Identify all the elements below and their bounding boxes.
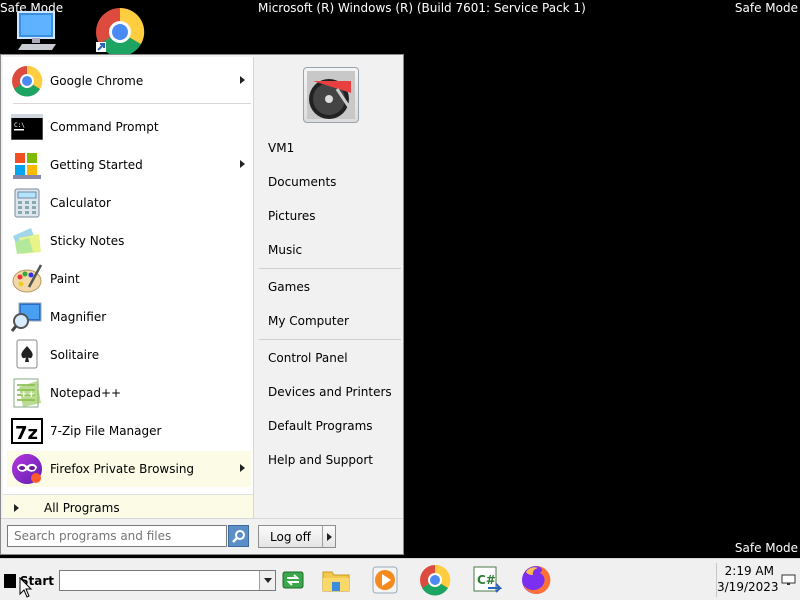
program-label: Paint bbox=[50, 272, 80, 286]
program-sticky-notes[interactable]: Sticky Notes bbox=[7, 223, 251, 259]
svg-text:++: ++ bbox=[20, 390, 35, 400]
program-command-prompt[interactable]: C:\ Command Prompt bbox=[7, 109, 251, 145]
file-explorer-icon[interactable] bbox=[320, 564, 352, 596]
log-off-label: Log off bbox=[270, 529, 311, 544]
program-google-chrome[interactable]: Google Chrome bbox=[7, 63, 251, 99]
separator bbox=[13, 103, 251, 104]
chrome-icon bbox=[11, 65, 43, 97]
shutdown-options-arrow-icon[interactable] bbox=[327, 532, 332, 541]
media-player-icon[interactable] bbox=[369, 564, 401, 596]
program-paint[interactable]: Paint bbox=[7, 261, 251, 297]
places-pictures[interactable]: Pictures bbox=[260, 204, 400, 228]
7zip-icon: 7z bbox=[11, 415, 43, 447]
all-programs-arrow-icon bbox=[14, 503, 19, 512]
address-dropdown-button[interactable] bbox=[259, 571, 275, 590]
program-label: Getting Started bbox=[50, 158, 143, 172]
svg-text:C:\: C:\ bbox=[14, 122, 25, 129]
start-menu-places-pane: VM1 Documents Pictures Music Games My Co… bbox=[255, 57, 403, 518]
firefox-private-icon bbox=[11, 453, 43, 485]
notepad-plus-plus-icon: ++ bbox=[11, 377, 43, 409]
program-label: Calculator bbox=[50, 196, 111, 210]
start-logo-icon bbox=[4, 574, 16, 588]
places-vm1[interactable]: VM1 bbox=[260, 136, 400, 160]
separator bbox=[259, 268, 401, 269]
program-label: Command Prompt bbox=[50, 120, 159, 134]
getting-started-icon bbox=[11, 149, 43, 181]
user-picture[interactable] bbox=[303, 67, 359, 123]
program-label: Solitaire bbox=[50, 348, 100, 362]
sticky-notes-icon bbox=[11, 225, 43, 257]
clock-time: 2:19 AM bbox=[724, 564, 774, 578]
program-label: Firefox Private Browsing bbox=[50, 462, 195, 476]
places-default-programs[interactable]: Default Programs bbox=[260, 414, 400, 438]
submenu-arrow-icon bbox=[240, 76, 245, 84]
start-menu-bottom-bar: Log off bbox=[1, 518, 403, 554]
go-arrows-icon bbox=[282, 571, 304, 589]
solitaire-icon bbox=[11, 339, 43, 371]
program-getting-started[interactable]: Getting Started bbox=[7, 147, 251, 183]
mouse-cursor-icon bbox=[19, 577, 33, 598]
program-label: 7-Zip File Manager bbox=[50, 424, 162, 438]
firefox-icon[interactable] bbox=[520, 564, 552, 596]
program-label: Magnifier bbox=[50, 310, 107, 324]
divider bbox=[322, 526, 323, 547]
system-build-title: Microsoft (R) Windows (R) (Build 7601: S… bbox=[258, 1, 586, 15]
address-go-button[interactable] bbox=[282, 569, 304, 591]
display-tray-icon[interactable] bbox=[781, 574, 796, 586]
start-menu-programs-pane: Google Chrome C:\ Command Prompt Getting… bbox=[3, 57, 254, 520]
program-solitaire[interactable]: Solitaire bbox=[7, 337, 251, 373]
places-documents[interactable]: Documents bbox=[260, 170, 400, 194]
svg-text:7z: 7z bbox=[15, 423, 38, 444]
program-label: Notepad++ bbox=[50, 386, 122, 400]
svg-text:C#: C# bbox=[477, 573, 496, 587]
chevron-down-icon bbox=[263, 578, 272, 583]
all-programs-label: All Programs bbox=[44, 500, 120, 515]
places-my-computer[interactable]: My Computer bbox=[260, 309, 400, 333]
places-games[interactable]: Games bbox=[260, 275, 400, 299]
places-control-panel[interactable]: Control Panel bbox=[260, 346, 400, 370]
chrome-icon[interactable] bbox=[419, 564, 451, 596]
search-icon bbox=[231, 530, 245, 543]
safe-mode-label-bottom-right: Safe Mode bbox=[734, 541, 798, 555]
all-programs-button[interactable]: All Programs bbox=[3, 494, 253, 520]
google-chrome-icon[interactable] bbox=[94, 6, 150, 57]
command-prompt-icon: C:\ bbox=[11, 111, 43, 143]
program-calculator[interactable]: Calculator bbox=[7, 185, 251, 221]
program-label: Google Chrome bbox=[50, 74, 144, 88]
paint-icon bbox=[11, 263, 43, 295]
program-label: Sticky Notes bbox=[50, 234, 125, 248]
safe-mode-label-top-right: Safe Mode bbox=[734, 1, 798, 15]
places-devices-and-printers[interactable]: Devices and Printers bbox=[260, 380, 400, 404]
system-clock[interactable]: 2:19 AM 3/19/2023 bbox=[716, 563, 782, 597]
program-magnifier[interactable]: Magnifier bbox=[7, 299, 251, 335]
clock-date: 3/19/2023 bbox=[717, 580, 779, 594]
program-firefox-private-browsing[interactable]: Firefox Private Browsing bbox=[7, 451, 251, 487]
csharp-project-icon[interactable]: C# bbox=[470, 564, 503, 596]
address-combo-box[interactable] bbox=[59, 570, 276, 591]
places-help-and-support[interactable]: Help and Support bbox=[260, 448, 400, 472]
submenu-arrow-icon bbox=[240, 160, 245, 168]
log-off-button[interactable]: Log off bbox=[258, 525, 336, 548]
magnifier-icon bbox=[11, 301, 43, 333]
program-notepad-plus-plus[interactable]: ++ Notepad++ bbox=[7, 375, 251, 411]
places-music[interactable]: Music bbox=[260, 238, 400, 262]
taskbar: Start C# 2:19 AM 3/19/2023 bbox=[0, 558, 800, 600]
start-menu: Google Chrome C:\ Command Prompt Getting… bbox=[0, 54, 404, 555]
calculator-icon bbox=[11, 187, 43, 219]
user-avatar-image bbox=[307, 71, 355, 119]
search-button[interactable] bbox=[228, 525, 249, 547]
program-7zip[interactable]: 7z 7-Zip File Manager bbox=[7, 413, 251, 449]
submenu-arrow-icon bbox=[240, 464, 245, 472]
computer-icon[interactable] bbox=[6, 10, 62, 50]
separator bbox=[259, 339, 401, 340]
search-input[interactable] bbox=[7, 525, 227, 547]
